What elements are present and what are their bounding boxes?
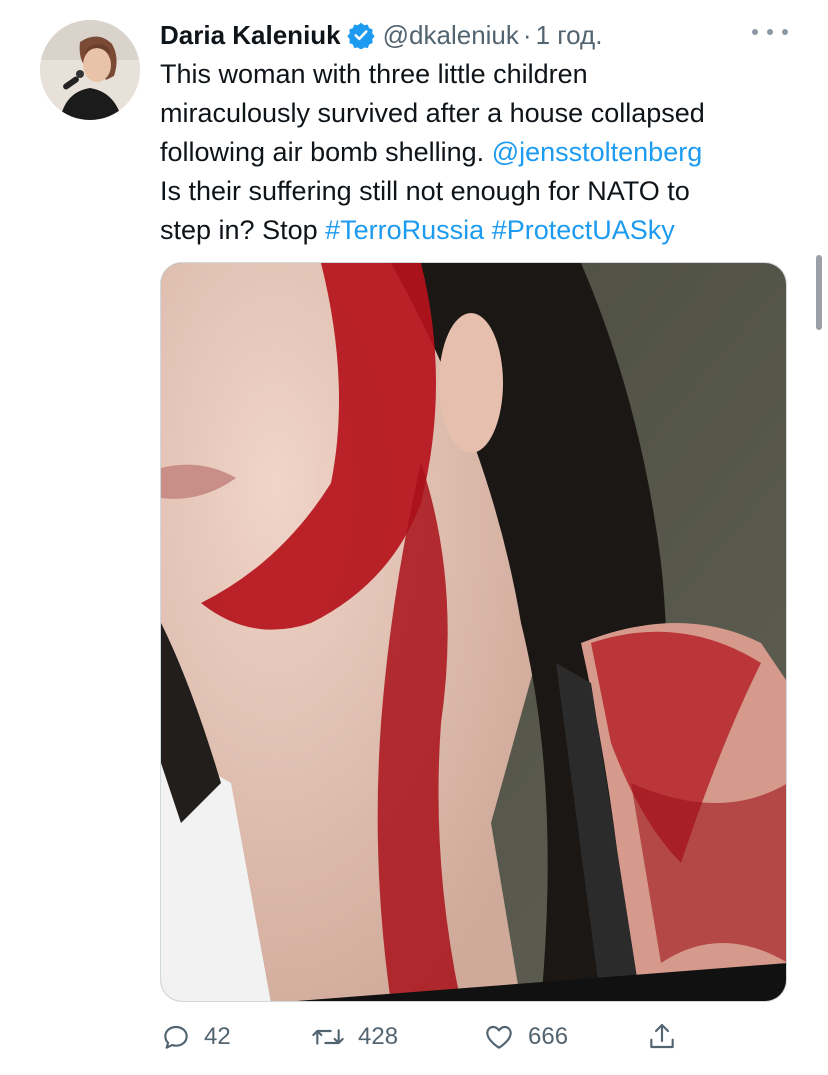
hashtag-link[interactable]: #TerroRussia xyxy=(325,215,484,245)
more-icon[interactable] xyxy=(752,22,788,42)
avatar-image xyxy=(40,20,140,120)
tweet-text-fragment: following air bomb shelling. xyxy=(160,137,492,167)
retweet-icon xyxy=(312,1029,344,1045)
tweet-text-fragment: step in? Stop xyxy=(160,215,326,245)
header-separator: · xyxy=(522,19,532,50)
tweet-text-line: step in? Stop #TerroRussia #ProtectUASky xyxy=(160,211,790,250)
share-button[interactable] xyxy=(646,1015,690,1059)
photo-image xyxy=(161,263,786,1001)
mention-link[interactable]: @jensstoltenberg xyxy=(492,137,703,167)
author-name[interactable]: Daria Kaleniuk xyxy=(160,20,341,51)
like-icon xyxy=(486,1025,512,1049)
verified-badge-icon xyxy=(347,21,375,50)
retweet-button[interactable]: 428 xyxy=(310,1015,398,1059)
reply-icon xyxy=(164,1025,188,1049)
tweet-timestamp[interactable]: 1 год. xyxy=(536,20,603,51)
reply-count: 42 xyxy=(204,1023,231,1050)
author-handle[interactable]: @dkaleniuk xyxy=(383,20,519,51)
tweet-text-line: miraculously survived after a house coll… xyxy=(160,98,705,128)
share-icon xyxy=(650,1023,674,1049)
tweet-text-line: This woman with three little children xyxy=(160,59,588,89)
retweet-count: 428 xyxy=(358,1023,399,1050)
tweet-text: This woman with three little children mi… xyxy=(160,55,790,250)
tweet-header: Daria Kaleniuk @dkaleniuk · 1 год. xyxy=(160,16,602,54)
tweet-text-line: following air bomb shelling. @jensstolte… xyxy=(160,133,790,172)
reply-button[interactable]: 42 xyxy=(160,1015,231,1059)
tweet-text-line: Is their suffering still not enough for … xyxy=(160,176,690,206)
avatar[interactable] xyxy=(40,20,140,120)
like-button[interactable]: 666 xyxy=(482,1015,568,1059)
scrollbar[interactable] xyxy=(816,255,822,330)
tweet: Daria Kaleniuk @dkaleniuk · 1 год. This … xyxy=(0,0,828,1075)
tweet-actions: 42 428 666 xyxy=(160,1015,690,1059)
like-count: 666 xyxy=(528,1023,569,1050)
tweet-media-photo[interactable] xyxy=(160,262,787,1002)
hashtag-link[interactable]: #ProtectUASky xyxy=(492,215,675,245)
